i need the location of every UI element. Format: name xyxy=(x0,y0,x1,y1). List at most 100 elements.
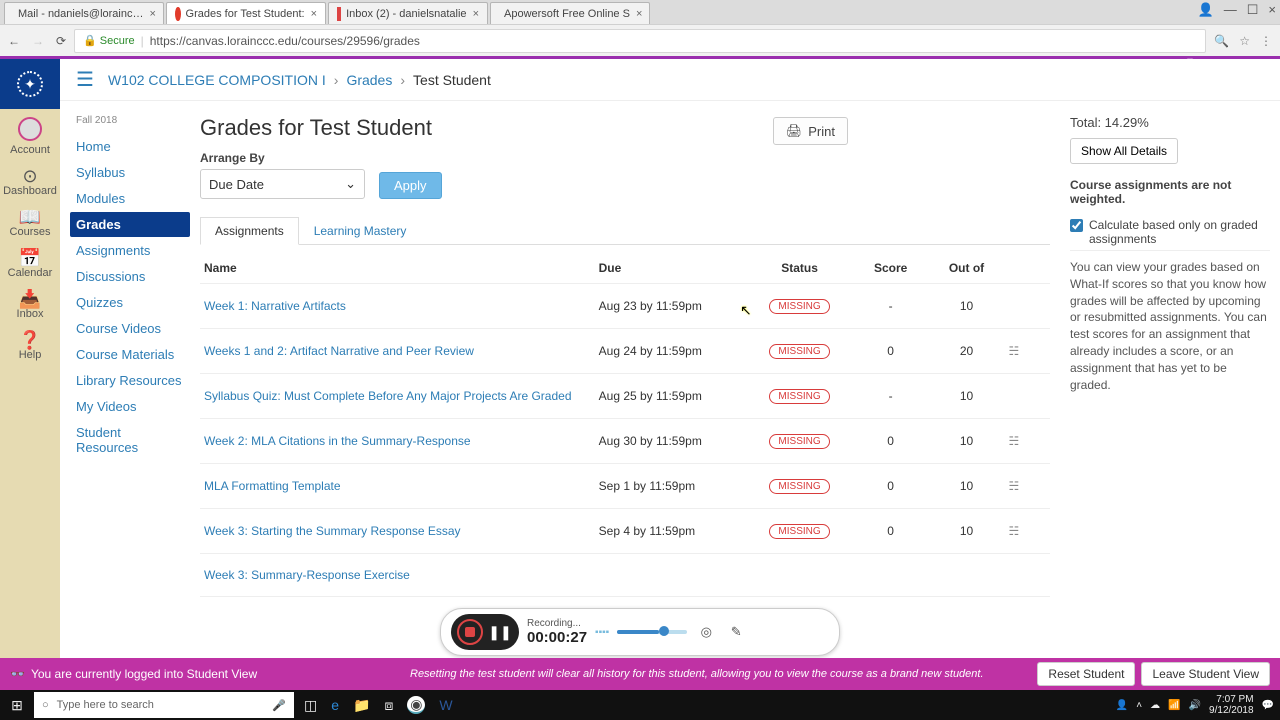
edge-icon[interactable]: e xyxy=(331,697,339,713)
nav-courses[interactable]: 📖Courses xyxy=(0,200,60,241)
coursenav-item[interactable]: Syllabus xyxy=(70,160,190,185)
close-window-icon[interactable]: × xyxy=(1268,2,1276,18)
microphone-icon[interactable]: 🎤 xyxy=(272,699,286,712)
tray-clock[interactable]: 7:07 PM 9/12/2018 xyxy=(1209,694,1254,716)
recorder-pencil-icon[interactable]: ✎ xyxy=(725,621,747,643)
dropbox-icon[interactable]: ⧈ xyxy=(384,697,393,714)
coursenav-item[interactable]: Library Resources xyxy=(70,368,190,393)
missing-badge: MISSING xyxy=(769,344,829,359)
student-view-banner: 👓You are currently logged into Student V… xyxy=(0,658,1280,690)
assignment-link[interactable]: MLA Formatting Template xyxy=(204,479,341,493)
assignment-link[interactable]: Week 3: Summary-Response Exercise xyxy=(204,568,410,582)
chrome-icon[interactable]: ◉ xyxy=(407,696,425,714)
tray-volume-icon[interactable]: 🔊 xyxy=(1189,700,1201,711)
assignment-link[interactable]: Week 1: Narrative Artifacts xyxy=(204,299,346,313)
tray-up-icon[interactable]: ˄ xyxy=(1136,700,1142,711)
user-icon[interactable]: 👤 xyxy=(1198,2,1214,18)
inbox-icon: 📥 xyxy=(0,290,60,308)
start-button[interactable]: ⊞ xyxy=(0,697,34,714)
browser-tab[interactable]: Inbox (2) - danielsnatalie× xyxy=(328,2,488,24)
col-name[interactable]: Name xyxy=(200,253,595,284)
task-view-icon[interactable]: ◫ xyxy=(304,697,317,714)
coursenav-item[interactable]: Course Materials xyxy=(70,342,190,367)
glasses-icon: 👓 xyxy=(10,667,25,681)
calc-only-graded-checkbox[interactable]: Calculate based only on graded assignmen… xyxy=(1070,214,1270,251)
weight-note: Course assignments are not weighted. xyxy=(1070,178,1270,206)
close-icon[interactable]: × xyxy=(150,8,156,20)
url-field[interactable]: 🔒 Secure | https://canvas.lorainccc.edu/… xyxy=(74,29,1206,53)
word-icon[interactable]: W xyxy=(439,697,452,713)
canvas-logo[interactable]: ✦ xyxy=(0,59,60,109)
details-icon[interactable]: ☵ xyxy=(1008,479,1019,493)
assignment-link[interactable]: Weeks 1 and 2: Artifact Narrative and Pe… xyxy=(204,344,474,358)
zoom-icon[interactable]: 🔍 xyxy=(1214,34,1229,48)
breadcrumb-course[interactable]: W102 COLLEGE COMPOSITION I xyxy=(108,72,326,88)
recorder-toolbar[interactable]: ❚❚ Recording... 00:00:27 ▪▪▪▪ ◎ ✎ xyxy=(440,608,840,656)
assignment-link[interactable]: Week 3: Starting the Summary Response Es… xyxy=(204,524,461,538)
record-stop-button[interactable] xyxy=(457,619,483,645)
col-status[interactable]: Status xyxy=(746,253,852,284)
browser-tab[interactable]: Grades for Test Student:× xyxy=(166,2,326,24)
leave-student-view-button[interactable]: Leave Student View xyxy=(1141,662,1270,686)
forward-icon: → xyxy=(32,34,44,48)
reload-icon[interactable]: ⟳ xyxy=(56,34,66,48)
tab-assignments[interactable]: Assignments xyxy=(200,217,299,245)
col-due[interactable]: Due xyxy=(595,253,747,284)
browser-tab[interactable]: Apowersoft Free Online S× xyxy=(490,2,650,24)
coursenav-item[interactable]: Modules xyxy=(70,186,190,211)
reset-student-button[interactable]: Reset Student xyxy=(1037,662,1135,686)
nav-help[interactable]: ❓Help xyxy=(0,323,60,364)
record-pause-button[interactable]: ❚❚ xyxy=(487,619,513,645)
breadcrumb-grades[interactable]: Grades xyxy=(346,72,392,88)
menu-icon[interactable]: ⋮ xyxy=(1260,34,1272,48)
show-all-details-button[interactable]: Show All Details xyxy=(1070,138,1178,164)
coursenav-item[interactable]: Home xyxy=(70,134,190,159)
col-score[interactable]: Score xyxy=(853,253,929,284)
details-icon[interactable]: ☵ xyxy=(1008,344,1019,358)
arrange-by-select[interactable]: Due Date ⌄ xyxy=(200,169,365,199)
assignment-link[interactable]: Syllabus Quiz: Must Complete Before Any … xyxy=(204,389,572,403)
nav-dashboard[interactable]: ⊙Dashboard xyxy=(0,159,60,200)
coursenav-item[interactable]: Discussions xyxy=(70,264,190,289)
taskbar-search[interactable]: ○ Type here to search 🎤 xyxy=(34,692,294,718)
breadcrumb-current: Test Student xyxy=(413,72,491,88)
tab-learning-mastery[interactable]: Learning Mastery xyxy=(299,217,422,245)
coursenav-item[interactable]: My Videos xyxy=(70,394,190,419)
tray-cloud-icon[interactable]: ☁ xyxy=(1150,700,1160,711)
coursenav-item[interactable]: Quizzes xyxy=(70,290,190,315)
file-explorer-icon[interactable]: 📁 xyxy=(353,697,370,714)
tray-notifications-icon[interactable]: 💬 xyxy=(1262,700,1274,711)
arrange-by-label: Arrange By xyxy=(200,151,365,165)
print-button[interactable]: 🖨Print xyxy=(773,117,848,145)
grades-sidebar: Total: 14.29% Show All Details Course as… xyxy=(1070,115,1270,663)
select-value: Due Date xyxy=(209,177,264,192)
checkbox-input[interactable] xyxy=(1070,219,1083,232)
tray-people-icon[interactable]: 👤 xyxy=(1116,700,1128,711)
nav-inbox[interactable]: 📥Inbox xyxy=(0,282,60,323)
tray-wifi-icon[interactable]: 📶 xyxy=(1168,700,1180,711)
coursenav-item[interactable]: Assignments xyxy=(70,238,190,263)
assignment-link[interactable]: Week 2: MLA Citations in the Summary-Res… xyxy=(204,434,471,448)
browser-tab[interactable]: Mail - ndaniels@lorainc…× xyxy=(4,2,164,24)
nav-calendar[interactable]: 📅Calendar xyxy=(0,241,60,282)
col-outof[interactable]: Out of xyxy=(929,253,1005,284)
coursenav-item[interactable]: Course Videos xyxy=(70,316,190,341)
details-icon[interactable]: ☵ xyxy=(1008,434,1019,448)
coursenav-item[interactable]: Student Resources xyxy=(70,420,190,460)
back-icon[interactable]: ← xyxy=(8,34,20,48)
window-controls: 👤 — ☐ × xyxy=(1198,2,1276,18)
close-icon[interactable]: × xyxy=(636,8,642,20)
apply-button[interactable]: Apply xyxy=(379,172,442,199)
hamburger-icon[interactable]: ☰ xyxy=(76,67,94,92)
maximize-icon[interactable]: ☐ xyxy=(1247,2,1259,18)
recorder-volume-slider[interactable] xyxy=(617,630,687,634)
bookmark-icon[interactable]: ☆ xyxy=(1239,34,1250,48)
minimize-icon[interactable]: — xyxy=(1224,2,1237,18)
recorder-camera-icon[interactable]: ◎ xyxy=(695,621,717,643)
details-icon[interactable]: ☵ xyxy=(1008,524,1019,538)
close-icon[interactable]: × xyxy=(473,8,479,20)
print-label: Print xyxy=(808,124,835,139)
coursenav-item[interactable]: Grades xyxy=(70,212,190,237)
close-icon[interactable]: × xyxy=(311,8,317,20)
nav-account[interactable]: Account xyxy=(0,109,60,159)
